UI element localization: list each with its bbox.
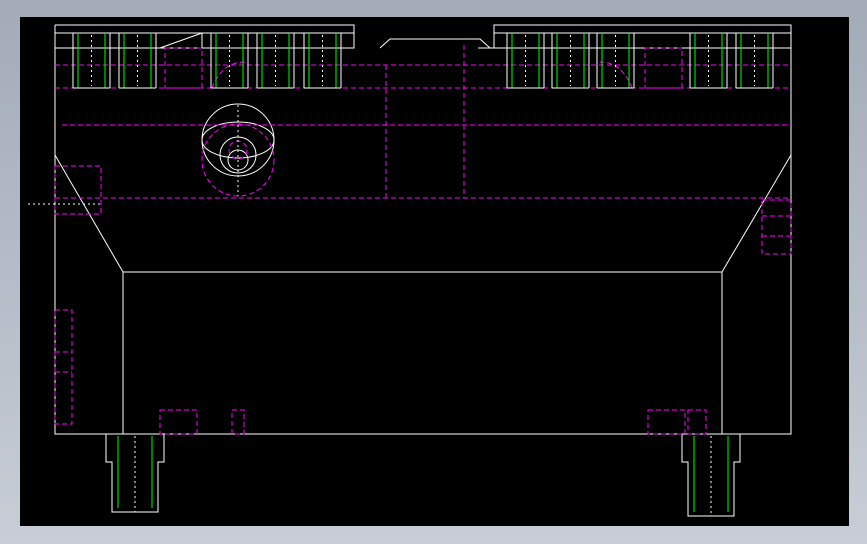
centerlines	[28, 105, 239, 205]
cavity-right	[721, 154, 792, 434]
hidden-hole-4	[687, 409, 707, 435]
viewer-frame	[0, 0, 867, 544]
threaded-holes	[72, 33, 774, 516]
part-outline	[54, 24, 792, 517]
hidden-pocket-left-2	[54, 309, 73, 425]
threaded-hole	[303, 33, 342, 89]
hidden-hole-1	[159, 409, 198, 435]
threaded-hole	[689, 33, 728, 89]
center-boss	[379, 38, 491, 49]
hidden-hole-2	[231, 409, 245, 435]
hidden-lines	[54, 45, 792, 435]
threaded-hole	[256, 33, 295, 89]
threaded-hole	[551, 33, 590, 89]
hidden-recess-2	[644, 47, 683, 89]
threaded-hole	[735, 33, 774, 89]
threaded-hole	[118, 33, 157, 89]
threaded-hole	[72, 33, 111, 89]
cavity-left	[54, 154, 124, 434]
hidden-pocket-left-1	[54, 165, 102, 215]
cad-viewport[interactable]	[20, 17, 849, 526]
hidden-arc-left	[211, 61, 246, 89]
threaded-hole	[506, 33, 545, 89]
hidden-pocket-right	[761, 199, 792, 255]
foot-thread	[693, 436, 729, 516]
hidden-recess-1	[164, 47, 203, 89]
cad-drawing	[28, 24, 792, 517]
threaded-hole	[210, 33, 249, 89]
hidden-hole-3	[647, 409, 686, 435]
foot-thread	[117, 436, 153, 512]
